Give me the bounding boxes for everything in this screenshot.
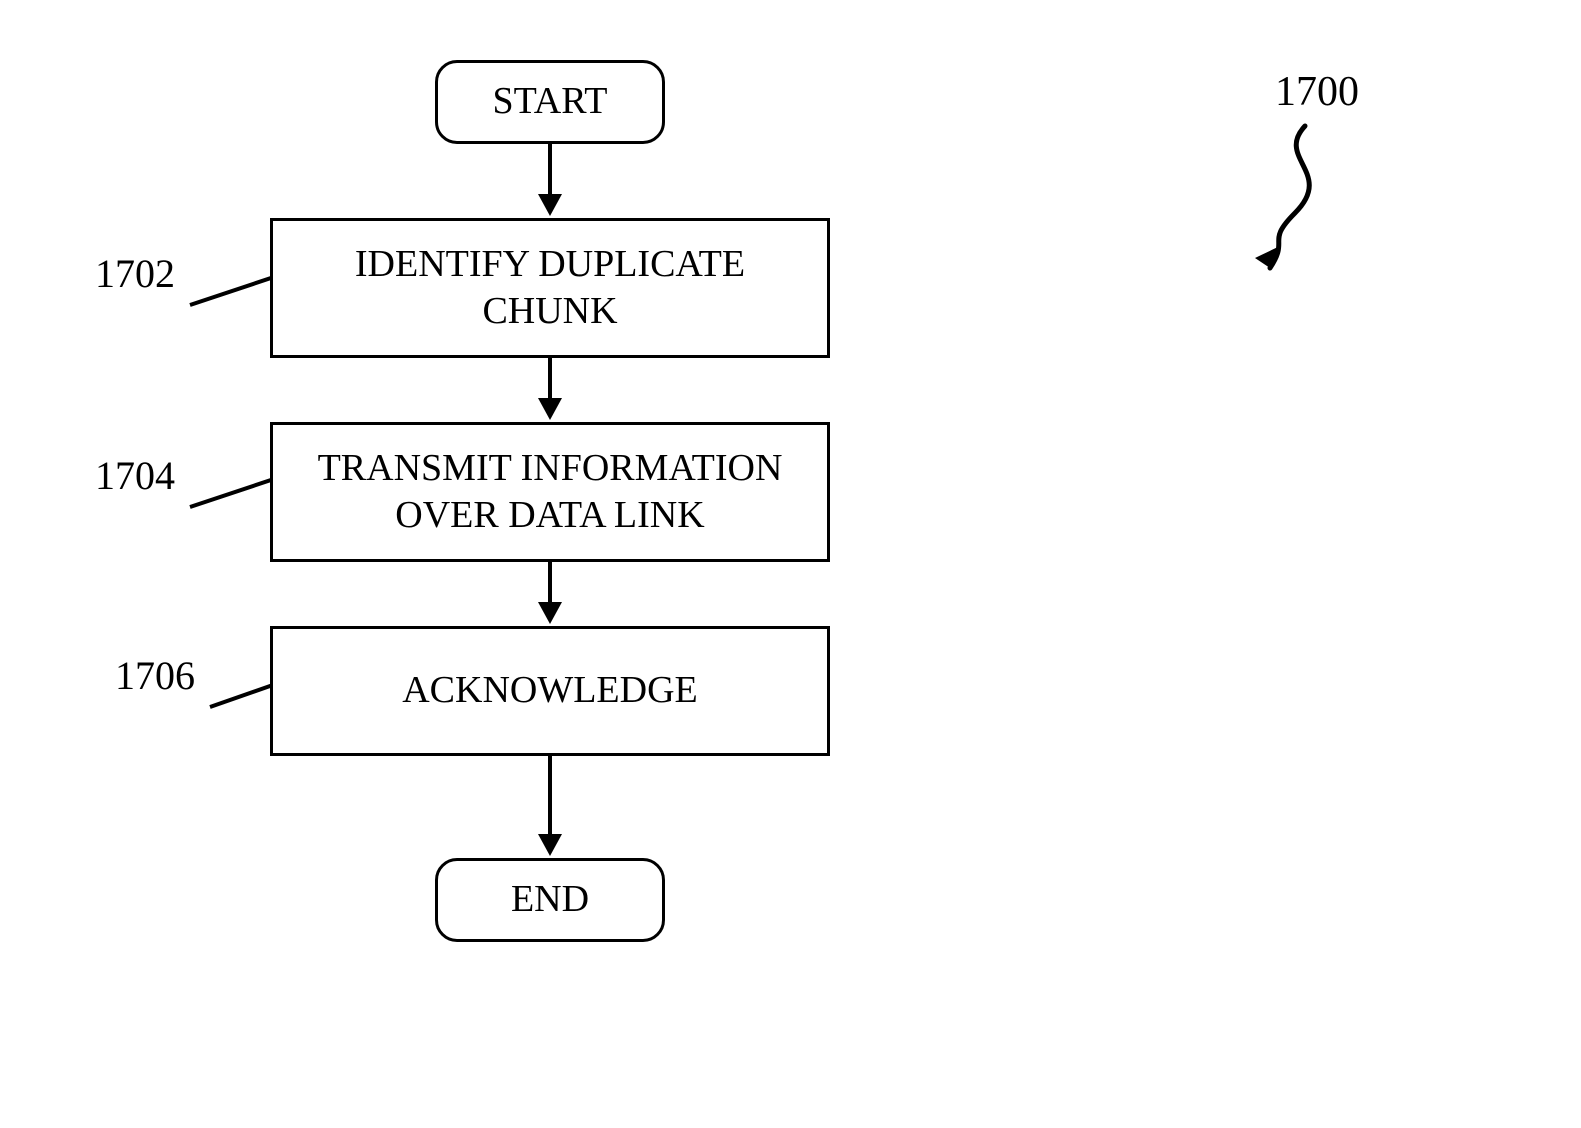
- start-node: START: [435, 60, 665, 144]
- arrow-start-to-step1: [200, 144, 900, 218]
- step1-node: IDENTIFY DUPLICATE CHUNK: [270, 218, 830, 358]
- arrow-step3-to-end: [200, 756, 900, 858]
- ref-label-1704: 1704: [95, 452, 175, 499]
- ref-label-1702: 1702: [95, 250, 175, 297]
- ref-label-1706: 1706: [115, 652, 195, 699]
- figure-squiggle-arrow: [1235, 118, 1355, 293]
- step3-node: ACKNOWLEDGE: [270, 626, 830, 756]
- flowchart: START IDENTIFY DUPLICATE CHUNK TRANSMIT …: [200, 60, 900, 942]
- figure-number-label: 1700: [1275, 68, 1359, 116]
- step2-node: TRANSMIT INFORMATION OVER DATA LINK: [270, 422, 830, 562]
- arrow-step2-to-step3: [200, 562, 900, 626]
- end-node: END: [435, 858, 665, 942]
- arrow-step1-to-step2: [200, 358, 900, 422]
